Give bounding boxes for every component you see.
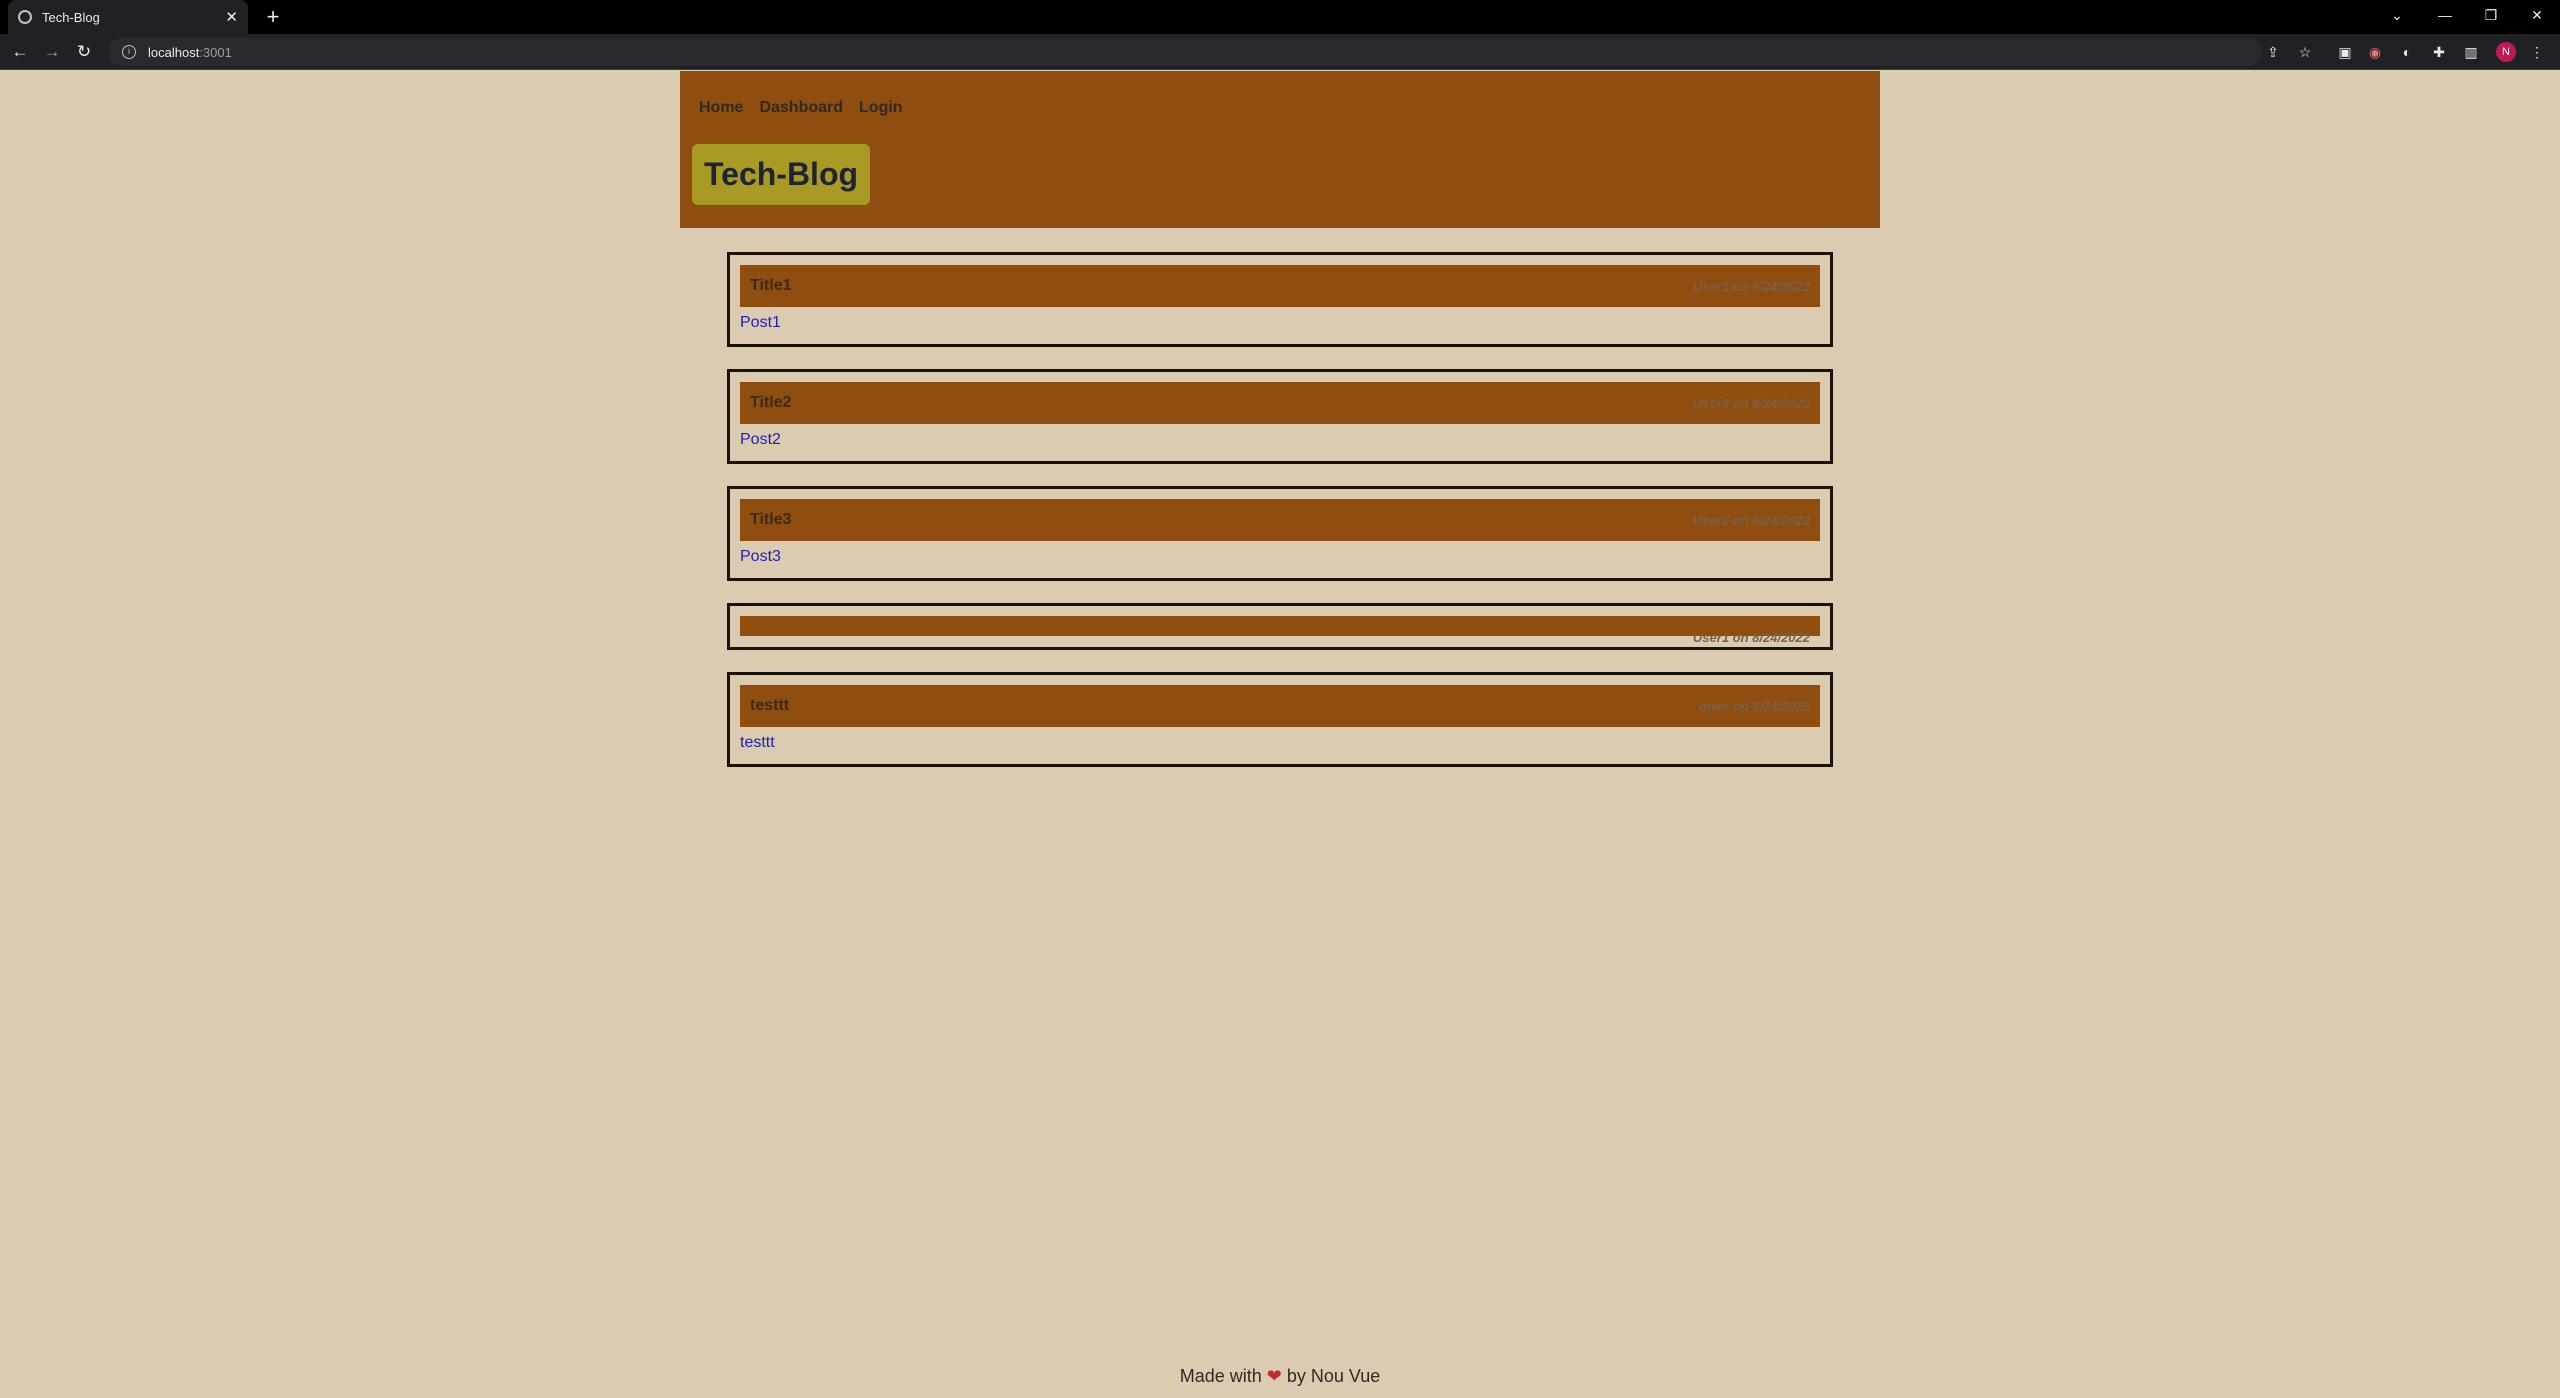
restore-icon[interactable]: ❐ xyxy=(2468,0,2514,30)
post-title: testtt xyxy=(750,697,790,714)
globe-icon xyxy=(18,10,32,24)
post-body-link[interactable]: Post1 xyxy=(740,313,1820,332)
post-card[interactable]: Title1 User1 on 8/24/2022 Post1 xyxy=(727,252,1833,347)
reload-icon[interactable]: ↻ xyxy=(72,40,96,64)
post-meta: User1 on 8/24/2022 xyxy=(1692,279,1810,294)
forward-icon[interactable]: → xyxy=(40,40,64,64)
post-header: testtt qwer on 8/24/2022 xyxy=(740,685,1820,727)
post-body-link[interactable]: Post3 xyxy=(740,547,1820,566)
heart-icon: ❤ xyxy=(1266,1366,1282,1386)
post-header: User1 on 8/24/2022 xyxy=(740,616,1820,645)
browser-tab-bar: Tech-Blog ✕ + ⌄ — ❐ ✕ xyxy=(0,0,2560,34)
close-window-icon[interactable]: ✕ xyxy=(2514,0,2560,30)
browser-tab[interactable]: Tech-Blog ✕ xyxy=(8,0,248,34)
post-list: Title1 User1 on 8/24/2022 Post1 Title2 U… xyxy=(727,252,1833,789)
site-info-icon[interactable]: i xyxy=(122,45,136,59)
post-header: Title1 User1 on 8/24/2022 xyxy=(740,265,1820,307)
post-card[interactable]: User1 on 8/24/2022 xyxy=(727,603,1833,650)
site-footer: Made with ❤ by Nou Vue xyxy=(0,1366,2560,1387)
post-title: Title1 xyxy=(750,277,792,294)
footer-text-before: Made with xyxy=(1179,1366,1262,1386)
post-body-link[interactable]: testtt xyxy=(740,733,1820,752)
nav-dashboard-link[interactable]: Dashboard xyxy=(759,99,843,117)
extension-circle-icon[interactable]: ◐ xyxy=(2398,43,2416,61)
menu-icon[interactable]: ⋮ xyxy=(2528,43,2546,61)
post-title: Title3 xyxy=(750,511,792,528)
puzzle-icon[interactable]: ✚ xyxy=(2430,43,2448,61)
tab-search-icon[interactable]: ⌄ xyxy=(2374,0,2420,30)
post-meta: User1 on 8/24/2022 xyxy=(1692,630,1810,645)
site-brand[interactable]: Tech-Blog xyxy=(692,144,870,205)
extension-icon[interactable]: ▣ xyxy=(2336,43,2354,61)
address-bar[interactable]: i localhost:3001 xyxy=(108,38,2262,66)
site-nav: Home Dashboard Login xyxy=(699,99,903,117)
extension-record-icon[interactable]: ◉ xyxy=(2366,43,2384,61)
side-panel-icon[interactable]: ▥ xyxy=(2462,43,2480,61)
close-tab-icon[interactable]: ✕ xyxy=(225,10,238,25)
site-header: Home Dashboard Login Tech-Blog xyxy=(680,71,1880,228)
minimize-icon[interactable]: — xyxy=(2422,0,2468,30)
post-header: Title3 User2 on 8/24/2022 xyxy=(740,499,1820,541)
post-card[interactable]: Title2 User3 on 8/24/2022 Post2 xyxy=(727,369,1833,464)
bookmark-star-icon[interactable]: ☆ xyxy=(2296,43,2314,61)
post-title: Title2 xyxy=(750,394,792,411)
footer-text-after: by Nou Vue xyxy=(1286,1366,1381,1386)
post-header: Title2 User3 on 8/24/2022 xyxy=(740,382,1820,424)
profile-avatar[interactable]: N xyxy=(2496,42,2516,62)
back-icon[interactable]: ← xyxy=(8,40,32,64)
browser-toolbar: ← → ↻ i localhost:3001 ⇪ ☆ ▣ ◉ ◐ ✚ ▥ ⋮ xyxy=(0,34,2560,70)
post-card[interactable]: Title3 User2 on 8/24/2022 Post3 xyxy=(727,486,1833,581)
nav-login-link[interactable]: Login xyxy=(859,99,903,117)
share-icon[interactable]: ⇪ xyxy=(2264,43,2282,61)
tab-title: Tech-Blog xyxy=(42,9,100,25)
post-meta: User3 on 8/24/2022 xyxy=(1692,396,1810,411)
url-port: :3001 xyxy=(199,44,232,60)
post-card[interactable]: testtt qwer on 8/24/2022 testtt xyxy=(727,672,1833,767)
post-meta: qwer on 8/24/2022 xyxy=(1698,699,1810,714)
post-meta: User2 on 8/24/2022 xyxy=(1692,513,1810,528)
nav-home-link[interactable]: Home xyxy=(699,99,743,117)
post-body-link[interactable]: Post2 xyxy=(740,430,1820,449)
new-tab-icon[interactable]: + xyxy=(260,4,286,30)
url-host: localhost xyxy=(148,44,200,60)
